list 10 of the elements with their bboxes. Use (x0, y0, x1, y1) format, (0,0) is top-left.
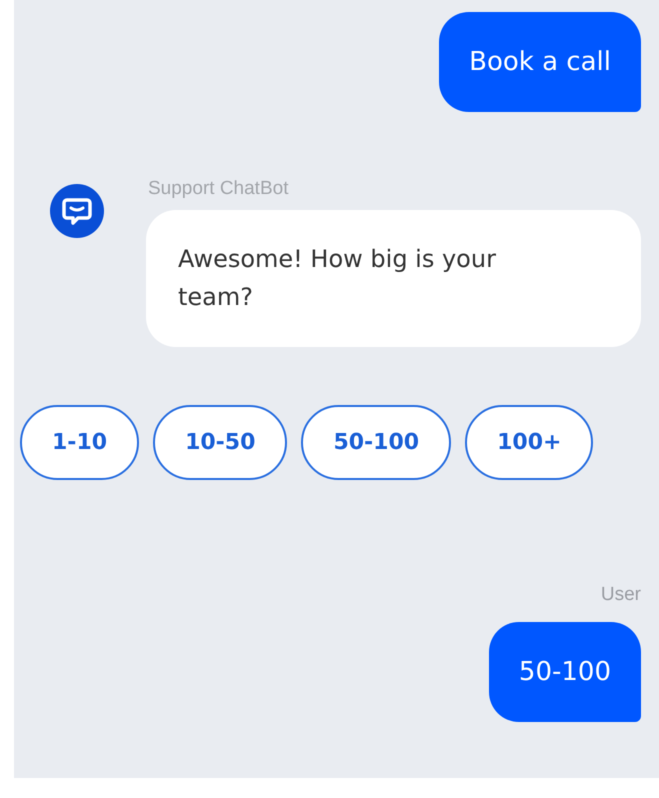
quick-reply-button[interactable]: 10-50 (153, 404, 288, 480)
sender-name: User (600, 584, 641, 606)
bot-message: Awesome! How big is your team? (146, 210, 641, 347)
quick-reply-button[interactable]: 50-100 (301, 404, 452, 480)
user-message: Book a call (439, 12, 641, 112)
quick-reply-button[interactable]: 100+ (465, 404, 594, 480)
chat-bubble-icon (50, 184, 104, 238)
user-message: 50-100 (488, 622, 641, 722)
sender-name: Support ChatBot (148, 178, 290, 200)
quick-reply-button[interactable]: 1-10 (20, 404, 140, 480)
